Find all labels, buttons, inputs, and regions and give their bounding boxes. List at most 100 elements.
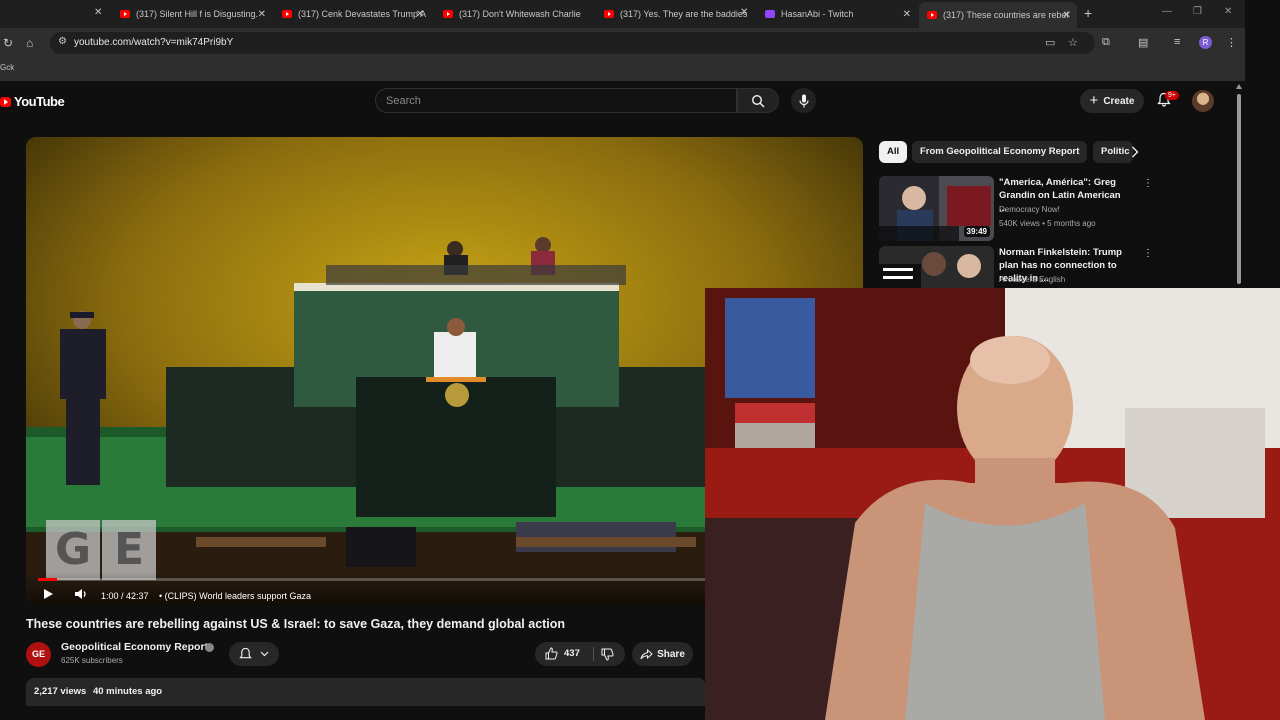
voice-search-button[interactable] [791, 88, 816, 113]
close-icon[interactable]: ✕ [416, 9, 424, 20]
recommendation-channel[interactable]: Al Jazeera English [999, 275, 1065, 284]
tab-5[interactable]: HasanAbi - Twitch ✕ [757, 4, 917, 24]
youtube-icon [443, 10, 453, 18]
page-scrollbar[interactable] [1235, 84, 1243, 288]
play-icon [44, 589, 53, 599]
youtube-header: YouTube + Create 9+ [0, 82, 1245, 132]
channel-watermark: G E [46, 520, 156, 580]
minimize-icon[interactable]: — [1162, 6, 1172, 17]
chevron-right-icon[interactable] [1131, 146, 1139, 158]
logo-text: YouTube [14, 94, 65, 109]
webcam-image [705, 288, 1280, 720]
chip-from-channel[interactable]: From Geopolitical Economy Report [912, 141, 1088, 163]
channel-name[interactable]: Geopolitical Economy Report [61, 641, 208, 653]
create-label: Create [1103, 95, 1135, 107]
youtube-icon [120, 10, 130, 18]
chip-all[interactable]: All [879, 141, 908, 163]
thumbnail-image [879, 246, 994, 288]
chevron-down-icon [260, 651, 269, 657]
search-input[interactable] [386, 93, 726, 109]
video-title: These countries are rebelling against US… [26, 617, 566, 631]
url-text: youtube.com/watch?v=mik74Pri9bY [74, 37, 234, 48]
tab-title: (317) Cenk Devastates Trump A [298, 9, 427, 19]
close-icon[interactable]: ✕ [1063, 10, 1071, 21]
microphone-icon [798, 94, 809, 107]
tab-title: (317) Yes. They are the baddies [620, 9, 748, 19]
share-label: Share [657, 648, 685, 660]
home-icon[interactable]: ⌂ [26, 36, 33, 50]
tab-title: (317) Silent Hill f is Disgusting. [136, 9, 259, 19]
close-icon[interactable]: ✕ [903, 9, 911, 20]
subscribed-notifications-button[interactable] [229, 642, 279, 666]
watermark-letter: G [46, 520, 100, 580]
search-button[interactable] [737, 88, 779, 113]
video-thumbnail[interactable] [879, 246, 994, 288]
close-icon[interactable]: ✕ [258, 9, 266, 20]
share-icon [640, 648, 653, 659]
site-info-icon[interactable]: ⚙ [58, 36, 67, 47]
youtube-icon [927, 11, 937, 19]
description-box[interactable]: 2,217 views 40 minutes ago [26, 678, 706, 706]
thumbs-up-icon[interactable] [545, 647, 558, 660]
screen: ✕ (317) Silent Hill f is Disgusting. ✕ (… [0, 0, 1280, 720]
profile-avatar[interactable]: R [1199, 36, 1212, 49]
scroll-up-icon[interactable] [1236, 84, 1242, 89]
page-bottom [0, 706, 705, 720]
youtube-logo[interactable]: YouTube [0, 94, 65, 109]
volume-icon [75, 589, 86, 599]
tab-title: HasanAbi - Twitch [781, 9, 854, 19]
account-avatar[interactable] [1192, 90, 1214, 112]
browser-toolbar: ↻ ⌂ ⚙ youtube.com/watch?v=mik74Pri9bY ▭ … [0, 28, 1245, 58]
tab-1[interactable]: (317) Silent Hill f is Disgusting. ✕ [112, 4, 272, 24]
tab-4[interactable]: (317) Yes. They are the baddies [596, 4, 751, 24]
bell-icon [239, 647, 252, 659]
youtube-play-icon [0, 96, 11, 107]
chapter-title[interactable]: • (CLIPS) World leaders support Gaza [159, 591, 311, 601]
search-icon [751, 94, 765, 107]
share-button[interactable]: Share [632, 642, 693, 666]
youtube-icon [282, 10, 292, 18]
close-icon[interactable]: ✕ [94, 7, 102, 18]
sidepanel-icon[interactable]: ▤ [1138, 36, 1148, 49]
recommendation-item[interactable]: 39:49 "America, América": Greg Grandin o… [879, 176, 1159, 242]
new-tab-icon[interactable]: + [1084, 5, 1092, 21]
like-dislike-group: 437 [535, 642, 625, 666]
tab-title: (317) Don't Whitewash Charlie [459, 9, 581, 19]
time-display: 1:00 / 42:37 [101, 591, 149, 601]
tab-title: (317) These countries are rebel [943, 10, 1069, 20]
extensions-icon[interactable]: ⧉ [1102, 36, 1110, 49]
view-count: 2,217 views [34, 686, 87, 697]
scrollbar-thumb[interactable] [1237, 94, 1241, 284]
maximize-icon[interactable]: ❐ [1193, 6, 1202, 17]
install-icon[interactable]: ▭ [1045, 36, 1055, 49]
bookmark-item[interactable]: Gck [0, 63, 14, 72]
window-close-icon[interactable]: ✕ [1224, 6, 1232, 17]
more-options-icon[interactable]: ⋮ [1143, 178, 1153, 189]
recommendation-meta: 540K views • 5 months ago [999, 219, 1096, 228]
recommendation-channel[interactable]: Democracy Now! [999, 205, 1060, 214]
create-button[interactable]: + Create [1080, 89, 1144, 113]
like-count: 437 [564, 648, 580, 659]
video-thumbnail[interactable]: 39:49 [879, 176, 994, 241]
thumbs-down-icon[interactable] [601, 648, 614, 661]
tab-2[interactable]: (317) Cenk Devastates Trump A ✕ [274, 4, 430, 24]
channel-avatar[interactable]: GE [26, 642, 51, 667]
address-bar[interactable]: ⚙ youtube.com/watch?v=mik74Pri9bY [50, 32, 1095, 54]
verified-icon [205, 643, 214, 652]
more-options-icon[interactable]: ⋮ [1143, 248, 1153, 259]
plus-icon: + [1089, 92, 1099, 109]
bookmark-star-icon[interactable]: ☆ [1068, 36, 1078, 49]
subscriber-count: 625K subscribers [61, 656, 123, 665]
reload-icon[interactable]: ↻ [3, 36, 13, 50]
media-icon[interactable]: ≡ [1174, 36, 1180, 48]
chip-politics[interactable]: Politic [1093, 141, 1133, 163]
progress-fill [38, 578, 58, 581]
video-meta: 2,217 views 40 minutes ago [34, 686, 166, 697]
recommendation-item[interactable]: Norman Finkelstein: Trump plan has no co… [879, 246, 1159, 288]
browser-tab-strip: ✕ (317) Silent Hill f is Disgusting. ✕ (… [0, 0, 1245, 28]
webcam-overlay [705, 288, 1280, 720]
video-duration: 39:49 [963, 226, 990, 237]
upload-time: 40 minutes ago [92, 686, 163, 697]
tab-6-active[interactable]: (317) These countries are rebel ✕ [919, 2, 1077, 28]
menu-icon[interactable]: ⋮ [1226, 36, 1237, 49]
